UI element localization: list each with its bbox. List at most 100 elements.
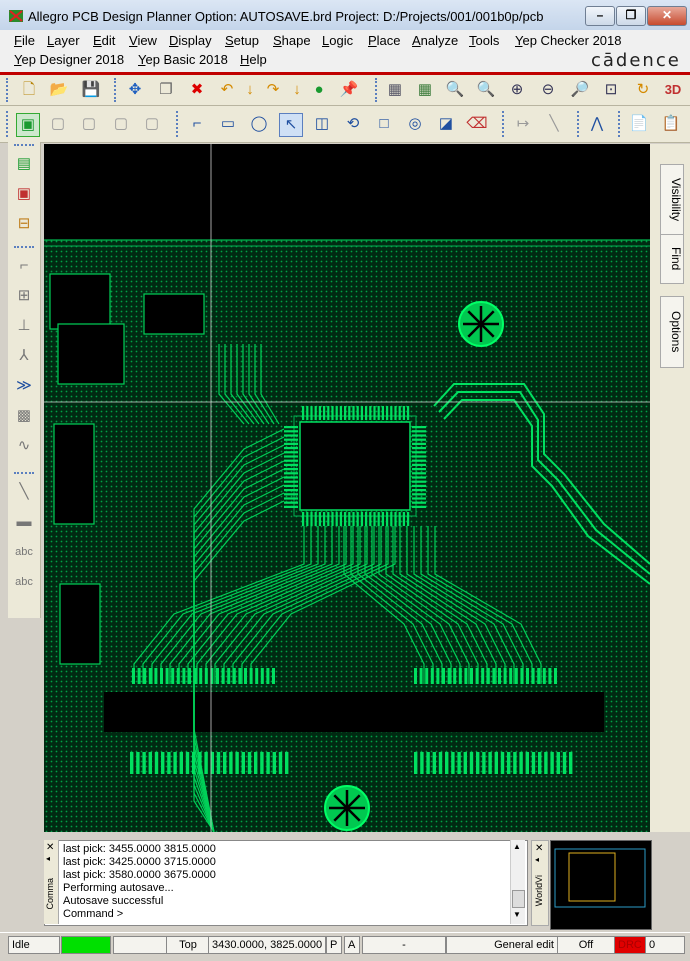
toolbar-grip[interactable] bbox=[375, 78, 380, 102]
copy-icon[interactable]: ❐ bbox=[155, 79, 177, 101]
menu-file[interactable]: File bbox=[14, 33, 35, 48]
menu-edit[interactable]: Edit bbox=[93, 33, 115, 48]
route-icon[interactable]: ╲ bbox=[543, 113, 565, 135]
zoom-center-icon[interactable]: ⊡ bbox=[600, 79, 622, 101]
grid-icon[interactable]: ▦ bbox=[384, 79, 406, 101]
menu-display[interactable]: Display bbox=[169, 33, 212, 48]
symbol-icon[interactable]: ▣ bbox=[12, 182, 36, 206]
zoom-prev-icon[interactable]: 🔍 bbox=[475, 79, 497, 101]
menu-logic[interactable]: Logic bbox=[322, 33, 353, 48]
line-icon[interactable]: ⌐ bbox=[186, 113, 208, 135]
custom-smooth-icon[interactable]: ▩ bbox=[12, 404, 36, 428]
rotate-icon[interactable]: ⟲ bbox=[342, 113, 364, 135]
drc-indicator[interactable]: DRC bbox=[614, 936, 646, 954]
eraser-icon[interactable]: ⌫ bbox=[466, 113, 488, 135]
menu-yep-basic[interactable]: Yep Basic 2018 bbox=[138, 52, 228, 67]
fanout-icon[interactable]: ⊥ bbox=[12, 314, 36, 338]
box-icon[interactable]: ▢ bbox=[141, 113, 163, 135]
add-rect-icon[interactable]: ▬ bbox=[12, 510, 36, 534]
toolbar-grip[interactable] bbox=[6, 111, 11, 137]
menu-place[interactable]: Place bbox=[368, 33, 401, 48]
scroll-thumb[interactable] bbox=[512, 890, 525, 908]
new-icon[interactable]: 🗋 bbox=[18, 79, 40, 101]
toolbar-grip[interactable] bbox=[6, 78, 11, 102]
open-icon[interactable]: 📂 bbox=[48, 79, 70, 101]
toolbar-grip[interactable] bbox=[14, 246, 34, 251]
split-icon[interactable]: ⅄ bbox=[12, 344, 36, 368]
rect-icon[interactable]: ▭ bbox=[217, 113, 239, 135]
menu-analyze[interactable]: Analyze bbox=[412, 33, 458, 48]
menu-yep-designer[interactable]: Yep Designer 2018 bbox=[14, 52, 124, 67]
place-component-icon[interactable]: ▤ bbox=[12, 152, 36, 176]
zoom-out-icon[interactable]: ⊖ bbox=[537, 79, 559, 101]
fill-icon[interactable]: ◪ bbox=[435, 113, 457, 135]
add-connect-icon[interactable]: ⌐ bbox=[12, 254, 36, 278]
pcb-design-canvas[interactable] bbox=[44, 144, 650, 832]
group-route-icon[interactable]: ⊞ bbox=[12, 284, 36, 308]
menu-yep-checker[interactable]: Yep Checker 2018 bbox=[515, 33, 622, 48]
menu-layer[interactable]: Layer bbox=[47, 33, 80, 48]
probe-icon[interactable]: ● bbox=[308, 79, 330, 101]
tab-options[interactable]: Options bbox=[660, 296, 684, 368]
toolbar-grip[interactable] bbox=[114, 78, 119, 102]
down-arrow-icon[interactable]: ↓ bbox=[239, 79, 261, 101]
tab-visibility[interactable]: Visibility bbox=[660, 164, 684, 236]
zoom-world-icon[interactable]: 🔎 bbox=[569, 79, 591, 101]
report-icon[interactable]: 📄 bbox=[628, 113, 650, 135]
tab-find[interactable]: Find bbox=[660, 234, 684, 284]
command-scrollbar[interactable]: ▲ ▼ bbox=[510, 840, 525, 924]
scroll-down-icon[interactable]: ▼ bbox=[513, 910, 521, 919]
toolbar-grip[interactable] bbox=[577, 111, 582, 137]
close-icon[interactable]: ✕ bbox=[46, 842, 54, 853]
pick-mode-button[interactable]: P bbox=[326, 936, 342, 954]
square-icon[interactable]: □ bbox=[373, 113, 395, 135]
layer-icon[interactable]: ▣ bbox=[16, 113, 40, 137]
toolbar-grip[interactable] bbox=[14, 472, 34, 477]
circle-icon[interactable]: ◯ bbox=[248, 113, 270, 135]
pcb-artwork[interactable] bbox=[44, 144, 650, 832]
toolbar-grip[interactable] bbox=[618, 111, 623, 137]
ring-icon[interactable]: ◎ bbox=[404, 113, 426, 135]
menu-tools[interactable]: Tools bbox=[469, 33, 499, 48]
menu-shape[interactable]: Shape bbox=[273, 33, 311, 48]
minimize-button[interactable]: – bbox=[585, 6, 615, 26]
cursor-icon[interactable]: ↖ bbox=[279, 113, 303, 137]
close-button[interactable]: ✕ bbox=[647, 6, 687, 26]
close-icon[interactable]: ✕ bbox=[535, 843, 543, 854]
restore-button[interactable]: ❐ bbox=[616, 6, 646, 26]
box-icon[interactable]: ▢ bbox=[47, 113, 69, 135]
delete-icon[interactable]: ✖ bbox=[186, 79, 208, 101]
menu-help[interactable]: Help bbox=[240, 52, 267, 67]
redo-icon[interactable]: ↷ bbox=[262, 79, 284, 101]
grid-icon[interactable]: ▦ bbox=[414, 79, 436, 101]
box-icon[interactable]: ▢ bbox=[110, 113, 132, 135]
menu-setup[interactable]: Setup bbox=[225, 33, 259, 48]
command-input[interactable]: Command > bbox=[63, 908, 123, 920]
3d-view-icon[interactable]: 3D bbox=[662, 79, 684, 101]
tune-icon[interactable]: ∿ bbox=[12, 434, 36, 458]
edit-text-icon[interactable]: abc bbox=[12, 570, 36, 594]
absolute-mode-button[interactable]: A bbox=[344, 936, 360, 954]
worldview-dock-bar[interactable]: ✕ ◂ WorldVi bbox=[531, 840, 549, 926]
add-line-icon[interactable]: ╲ bbox=[12, 480, 36, 504]
route-icon[interactable]: ↦ bbox=[512, 113, 534, 135]
world-view-minimap[interactable] bbox=[550, 840, 652, 930]
command-dock-bar[interactable]: ✕ ◂ Comma bbox=[44, 840, 59, 924]
collapse-icon[interactable]: ◂ bbox=[46, 854, 50, 863]
toolbar-grip[interactable] bbox=[502, 111, 507, 137]
slide-icon[interactable]: ≫ bbox=[12, 374, 36, 398]
pin-icon[interactable]: 📌 bbox=[338, 79, 360, 101]
collapse-icon[interactable]: ◂ bbox=[535, 855, 539, 864]
connector-icon[interactable]: ⊟ bbox=[12, 212, 36, 236]
save-icon[interactable]: 💾 bbox=[80, 79, 102, 101]
add-text-icon[interactable]: abc bbox=[12, 540, 36, 564]
slide-icon[interactable]: ⋀ bbox=[586, 113, 608, 135]
menu-view[interactable]: View bbox=[129, 33, 157, 48]
box-icon[interactable]: ▢ bbox=[78, 113, 100, 135]
move-icon[interactable]: ✥ bbox=[124, 79, 146, 101]
viewport-rect[interactable] bbox=[568, 852, 616, 902]
status-off[interactable]: Off bbox=[557, 936, 615, 954]
toolbar-grip[interactable] bbox=[14, 144, 34, 149]
status-active-layer[interactable]: Top bbox=[166, 936, 210, 954]
zoom-fit-icon[interactable]: 🔍 bbox=[444, 79, 466, 101]
